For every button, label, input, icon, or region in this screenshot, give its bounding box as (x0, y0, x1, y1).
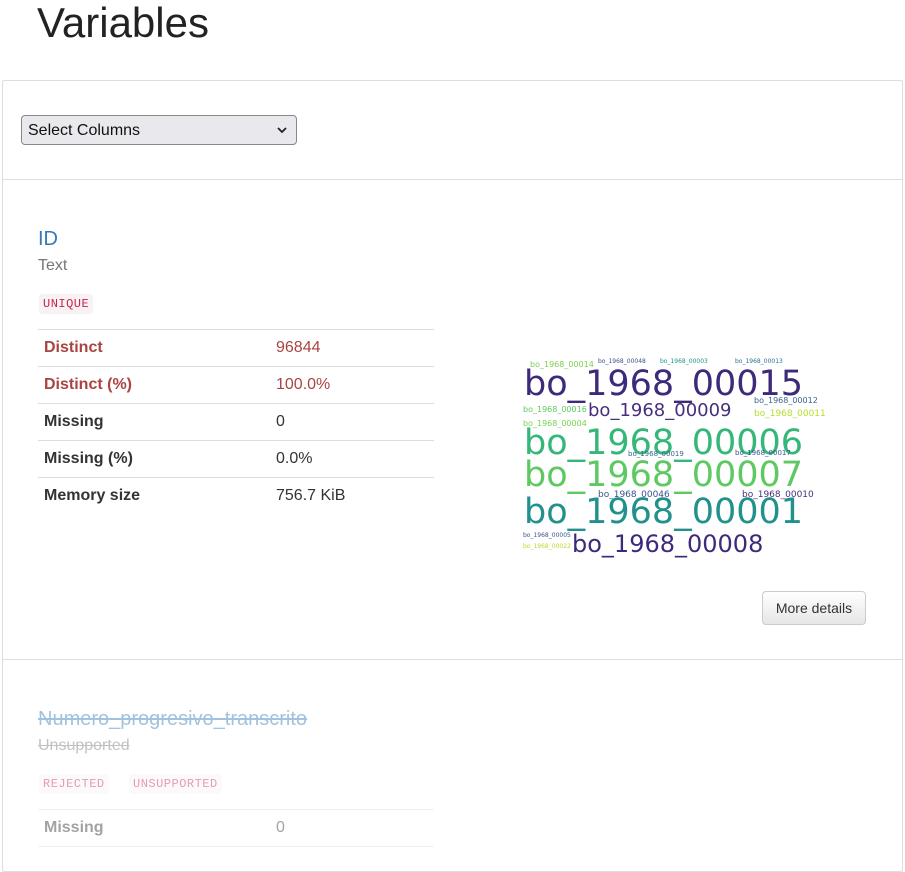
page-title: Variables (37, 0, 209, 46)
stat-label: Distinct (38, 329, 270, 367)
cloud-word: bo_1968_00008 (572, 530, 764, 558)
word-cloud-image: bo_1968_00014 bo_1968_00048 bo_1968_0000… (520, 358, 826, 558)
variable-name-link[interactable]: ID (38, 228, 58, 251)
cloud-word: bo_1968_00009 (588, 400, 732, 421)
chevron-down-icon (277, 127, 287, 134)
stat-value: 756.7 KiB (270, 477, 434, 514)
stat-value: 0 (270, 403, 434, 441)
divider (3, 179, 902, 180)
cloud-word: bo_1968_00012 (754, 396, 818, 405)
stat-label: Missing (38, 809, 270, 847)
divider (3, 659, 902, 660)
table-row: Missing 0 (38, 809, 434, 847)
variable-type: Unsupported (38, 737, 130, 754)
cloud-word: bo_1968_00022 (523, 543, 571, 550)
stat-label: Distinct (%) (38, 366, 270, 404)
rejected-badge: REJECTED (39, 774, 109, 794)
cloud-word: bo_1968_00016 (523, 405, 587, 414)
unsupported-badge: UNSUPPORTED (129, 774, 222, 794)
stat-label: Memory size (38, 477, 270, 514)
stat-label: Missing (38, 403, 270, 441)
stat-value: 96844 (270, 329, 434, 367)
table-row: Memory size 756.7 KiB (38, 477, 434, 514)
cloud-word: bo_1968_00005 (523, 532, 571, 539)
variable-stats-table: Distinct 96844 Distinct (%) 100.0% Missi… (38, 329, 434, 514)
variable-stats-table: Missing 0 (38, 809, 434, 847)
stat-value: 0.0% (270, 440, 434, 478)
more-details-button[interactable]: More details (762, 591, 866, 625)
stat-label: Missing (%) (38, 440, 270, 478)
cloud-word: bo_1968_00011 (754, 409, 826, 419)
unique-badge: UNIQUE (39, 294, 94, 314)
cloud-word: bo_1968_00001 (524, 492, 804, 532)
table-row: Missing 0 (38, 403, 434, 441)
stat-value: 0 (270, 809, 434, 847)
variable-type: Text (38, 257, 68, 274)
table-row: Distinct (%) 100.0% (38, 366, 434, 404)
stat-value: 100.0% (270, 366, 434, 404)
select-columns-label: Select Columns (28, 122, 141, 139)
table-row: Distinct 96844 (38, 329, 434, 367)
select-columns-dropdown[interactable]: Select Columns (21, 115, 297, 145)
table-row: Missing (%) 0.0% (38, 440, 434, 478)
variables-panel: Select Columns ID Text UNIQUE Distinct 9… (2, 80, 903, 872)
cloud-word: bo_1968_00007 (524, 455, 804, 495)
variable-name-link[interactable]: Numero_progresivo_transcrito (38, 708, 307, 731)
